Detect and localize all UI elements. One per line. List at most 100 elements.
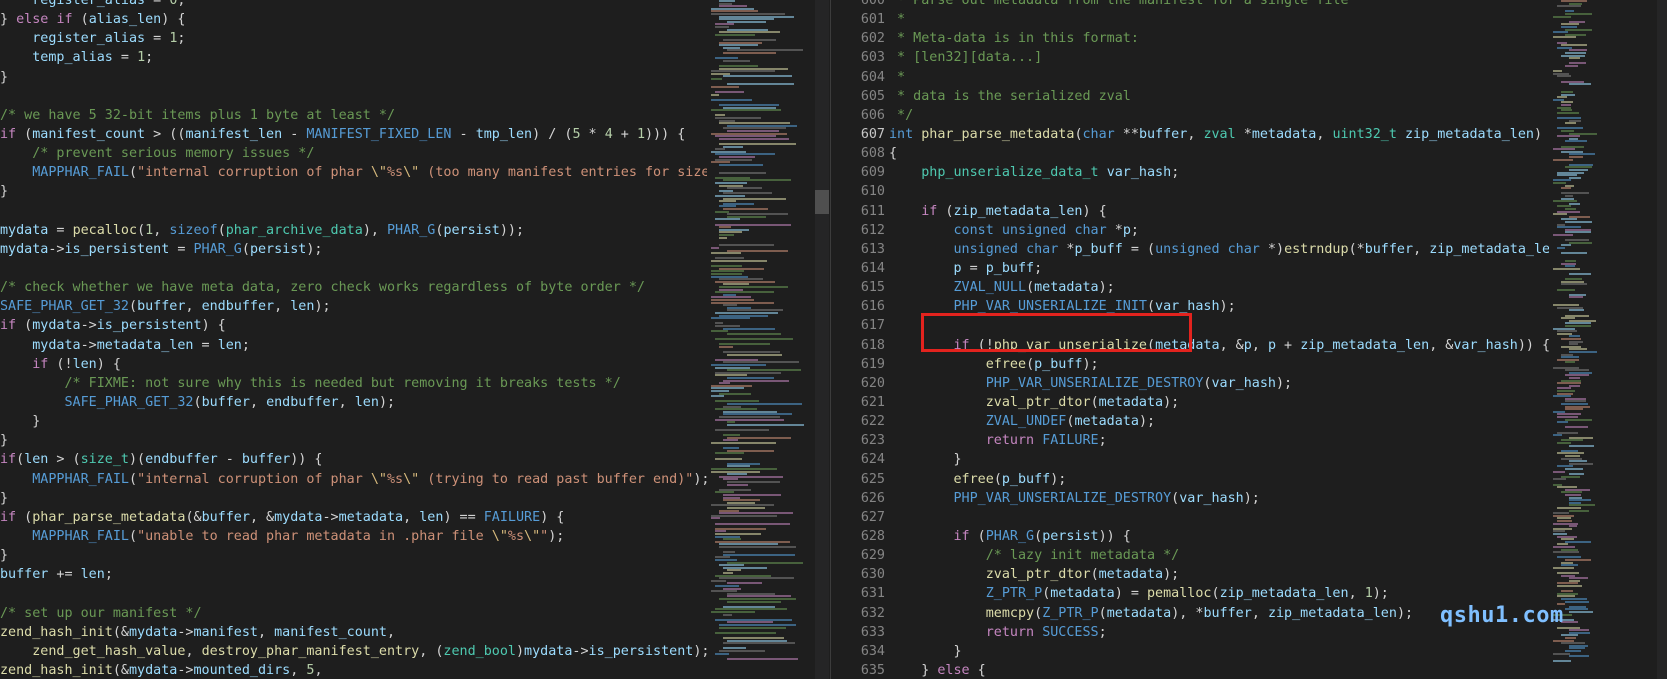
code-line[interactable]: if(len > (size_t)(endbuffer - buffer)) {	[0, 450, 707, 469]
minimap-line	[711, 611, 755, 613]
code-line[interactable]	[0, 259, 707, 278]
left-scrollbar[interactable]	[815, 0, 829, 679]
code-line[interactable]: buffer += len;	[0, 565, 707, 584]
code-line[interactable]	[0, 584, 707, 603]
code-line[interactable]: mydata = pecalloc(1, sizeof(phar_archive…	[0, 221, 707, 240]
code-line[interactable]: {	[889, 144, 1549, 163]
left-code-area[interactable]: register_alias = 0;} else if (alias_len)…	[0, 0, 707, 679]
left-editor[interactable]: register_alias = 0;} else if (alias_len)…	[0, 0, 707, 679]
minimap-line	[711, 317, 751, 320]
code-line[interactable]: temp_alias = 1;	[0, 48, 707, 67]
code-line[interactable]: /* FIXME: not sure why this is needed bu…	[0, 374, 707, 393]
code-line[interactable]: } else {	[889, 661, 1549, 679]
code-line[interactable]: * [len32][data...]	[889, 48, 1549, 67]
code-line[interactable]	[889, 508, 1549, 527]
code-line[interactable]	[0, 87, 707, 106]
code-line[interactable]: /* prevent serious memory issues */	[0, 144, 707, 163]
code-line[interactable]: register_alias = 1;	[0, 29, 707, 48]
code-line[interactable]: MAPPHAR_FAIL("internal corruption of pha…	[0, 163, 707, 182]
code-token: mydata	[32, 318, 81, 334]
code-token: (	[1026, 356, 1035, 372]
code-token: ZVAL_NULL	[953, 280, 1027, 296]
code-line[interactable]: }	[0, 489, 707, 508]
code-line[interactable]: PHP_VAR_UNSERIALIZE_DESTROY(var_hash);	[889, 374, 1549, 393]
code-line[interactable]: }	[0, 412, 707, 431]
code-line[interactable]: *	[889, 68, 1549, 87]
code-line[interactable]: MAPPHAR_FAIL("internal corruption of pha…	[0, 470, 707, 489]
code-token: zip_metadata_len	[1429, 241, 1549, 257]
code-token: char	[1082, 126, 1115, 142]
code-token: )	[515, 643, 525, 659]
code-line[interactable]: zend_hash_init(&mydata->manifest, manife…	[0, 623, 707, 642]
code-token: ;	[1171, 165, 1180, 181]
code-line[interactable]: */	[889, 106, 1549, 125]
code-line[interactable]: }	[889, 450, 1549, 469]
code-line[interactable]: unsigned char *p_buff = (unsigned char *…	[889, 240, 1550, 259]
code-line[interactable]	[0, 202, 707, 221]
code-line[interactable]: /* we have 5 32-bit items plus 1 byte at…	[0, 106, 707, 125]
right-scrollbar[interactable]	[1657, 0, 1667, 679]
code-line[interactable]: zval_ptr_dtor(metadata);	[889, 393, 1549, 412]
code-line[interactable]: zval_ptr_dtor(metadata);	[889, 565, 1549, 584]
code-line[interactable]: if (manifest_count > ((manifest_len - MA…	[0, 125, 707, 144]
code-line[interactable]: if (PHAR_G(persist)) {	[889, 527, 1549, 546]
code-line[interactable]: PHP_VAR_UNSERIALIZE_DESTROY(var_hash);	[889, 489, 1549, 508]
left-scrollbar-thumb[interactable]	[815, 190, 829, 214]
code-line[interactable]: register_alias = 0;	[0, 0, 707, 10]
code-token: =	[112, 50, 138, 66]
code-token: %s	[386, 471, 404, 487]
code-line[interactable]: * Meta-data is in this format:	[889, 29, 1549, 48]
code-token: (	[1211, 586, 1220, 602]
code-line[interactable]: /* check whether we have meta data, zero…	[0, 278, 707, 297]
code-line[interactable]: zend_hash_init(&mydata->mounted_dirs, 5,	[0, 661, 707, 679]
code-token: (	[129, 299, 138, 315]
code-line[interactable]: mydata->is_persistent = PHAR_G(persist);	[0, 240, 707, 259]
code-line[interactable]: SAFE_PHAR_GET_32(buffer, endbuffer, len)…	[0, 393, 707, 412]
code-line[interactable]: zend_get_hash_value, destroy_phar_manife…	[0, 642, 707, 661]
code-line[interactable]: ZVAL_NULL(metadata);	[889, 278, 1549, 297]
code-token: ) {	[161, 12, 186, 28]
left-minimap[interactable]	[707, 0, 825, 679]
code-line[interactable]: } else if (alias_len) {	[0, 10, 707, 29]
code-line[interactable]: efree(p_buff);	[889, 470, 1549, 489]
code-line[interactable]: }	[889, 642, 1549, 661]
line-number: 608	[860, 146, 885, 162]
code-line[interactable]: * data is the serialized zval	[889, 87, 1549, 106]
code-line[interactable]: MAPPHAR_FAIL("unable to read phar metada…	[0, 527, 707, 546]
minimap-line	[1569, 176, 1582, 179]
code-line[interactable]: if (zip_metadata_len) {	[889, 202, 1549, 221]
code-line[interactable]: /* set up our manifest */	[0, 604, 707, 623]
code-token: =	[169, 241, 194, 257]
minimap-line	[1569, 655, 1589, 658]
code-token: -	[451, 126, 476, 142]
code-line[interactable]: if (mydata->is_persistent) {	[0, 316, 707, 335]
code-line[interactable]: const unsigned char *p;	[889, 221, 1549, 240]
code-line[interactable]: if (!len) {	[0, 355, 707, 374]
code-line[interactable]: /* lazy init metadata */	[889, 546, 1549, 565]
code-line[interactable]: ZVAL_UNDEF(metadata);	[889, 412, 1549, 431]
code-line[interactable]: *	[889, 10, 1549, 29]
code-line[interactable]	[889, 182, 1549, 201]
code-line[interactable]: }	[0, 68, 707, 87]
code-line[interactable]: p = p_buff;	[889, 259, 1549, 278]
code-token: );	[693, 643, 707, 659]
code-line[interactable]: SAFE_PHAR_GET_32(buffer, endbuffer, len)…	[0, 297, 707, 316]
code-token: if	[32, 356, 49, 372]
code-line[interactable]: php_unserialize_data_t var_hash;	[889, 163, 1549, 182]
right-minimap[interactable]	[1549, 0, 1657, 679]
minimap-line	[1553, 15, 1571, 18]
code-line[interactable]: efree(p_buff);	[889, 355, 1549, 374]
code-line[interactable]: * Parse out metadata from the manifest f…	[889, 0, 1549, 10]
code-line[interactable]: int phar_parse_metadata(char **buffer, z…	[889, 125, 1549, 144]
code-line[interactable]: mydata->metadata_len = len;	[0, 336, 707, 355]
code-token: len	[354, 394, 379, 410]
code-token: ->	[322, 509, 339, 525]
code-line[interactable]: Z_PTR_P(metadata) = pemalloc(zip_metadat…	[889, 584, 1549, 603]
code-line[interactable]: return FAILURE;	[889, 431, 1549, 450]
code-line[interactable]: }	[0, 546, 707, 565]
code-line[interactable]: if (phar_parse_metadata(&buffer, &mydata…	[0, 508, 707, 527]
code-line[interactable]: }	[0, 431, 707, 450]
code-line[interactable]: }	[0, 182, 707, 201]
